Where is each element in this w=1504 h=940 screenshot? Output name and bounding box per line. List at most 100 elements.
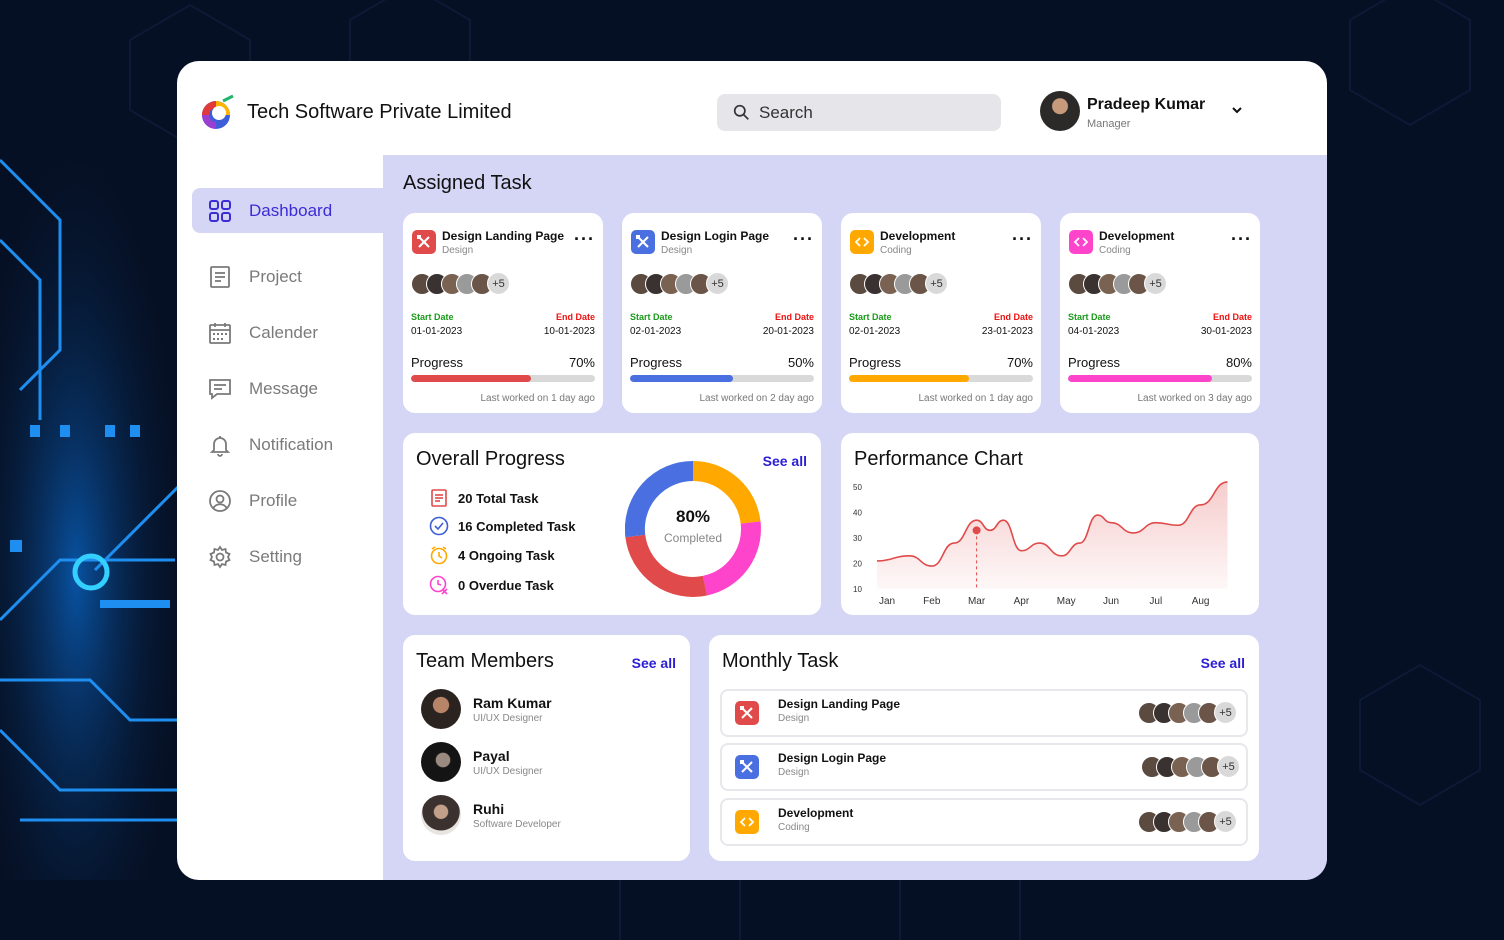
sidebar-item-dashboard[interactable]: Dashboard (192, 188, 383, 233)
member-role: Software Developer (473, 819, 561, 830)
company-logo-icon (202, 94, 234, 129)
sidebar: Dashboard Project Calender Message Notif… (177, 155, 383, 880)
design-tools-icon (740, 706, 753, 719)
highlight-point[interactable] (972, 526, 981, 535)
code-icon (1073, 237, 1089, 247)
user-role: Manager (1087, 118, 1131, 130)
member-role: UI/UX Designer (473, 766, 543, 777)
progress-bar (849, 375, 1033, 382)
progress-label: Progress (411, 355, 464, 370)
avatar (421, 742, 461, 782)
task-category: Coding (880, 245, 912, 256)
task-card[interactable]: Development Coding ··· +5 Start Date 02-… (841, 213, 1041, 413)
task-icon (735, 810, 759, 834)
end-date-label: End Date (555, 312, 595, 322)
member-name: Payal (473, 748, 510, 764)
task-icon (631, 230, 655, 254)
task-category: Coding (1099, 245, 1131, 256)
monthly-task-row[interactable]: Development Coding +5 (720, 798, 1248, 846)
code-icon (739, 817, 755, 827)
performance-chart-panel: Performance Chart 10 20 30 40 50 Jan Feb Mar Ap… (841, 433, 1259, 615)
sidebar-item-label: Dashboard (249, 200, 333, 220)
bell-icon (209, 435, 231, 457)
task-card[interactable]: Design Landing Page Design ··· +5 Start … (403, 213, 603, 413)
assignee-avatars: +5 (630, 272, 729, 295)
sidebar-item-label: Notification (249, 434, 334, 454)
task-category: Design (442, 245, 474, 256)
y-tick-label: 40 (853, 509, 862, 518)
monthly-task-row[interactable]: Design Login Page Design +5 (720, 743, 1248, 791)
y-tick-label: 30 (853, 534, 862, 543)
task-title: Design Login Page (661, 229, 770, 243)
sidebar-item-notification[interactable]: Notification (192, 422, 383, 467)
company-name: Tech Software Private Limited (247, 101, 512, 123)
task-card[interactable]: Development Coding ··· +5 Start Date 04-… (1060, 213, 1260, 413)
more-options-icon[interactable]: ··· (1231, 230, 1252, 248)
more-options-icon[interactable]: ··· (793, 230, 814, 248)
user-name: Pradeep Kumar (1087, 96, 1206, 113)
progress-fill (849, 375, 969, 382)
task-title: Development (880, 229, 956, 243)
team-member[interactable]: Payal UI/UX Designer (421, 742, 681, 784)
progress-label: Progress (1068, 355, 1121, 370)
see-all-link[interactable]: See all (763, 453, 807, 469)
check-circle-icon (429, 516, 449, 536)
stat-text: 4 Ongoing Task (458, 547, 555, 563)
document-icon (210, 265, 230, 288)
task-icon (735, 755, 759, 779)
task-title: Development (778, 806, 854, 820)
task-category: Design (778, 767, 810, 778)
progress-value: 80% (1225, 355, 1252, 370)
search-bar[interactable]: Search (717, 94, 1001, 131)
user-menu[interactable]: Pradeep Kumar Manager (1040, 91, 1280, 133)
sidebar-item-setting[interactable]: Setting (192, 534, 383, 579)
chevron-down-icon[interactable] (1230, 103, 1244, 117)
team-member[interactable]: Ram Kumar UI/UX Designer (421, 689, 681, 731)
sidebar-item-profile[interactable]: Profile (192, 478, 383, 523)
sidebar-item-label: Project (249, 266, 302, 286)
stat-text: 20 Total Task (458, 490, 539, 506)
task-title: Design Landing Page (442, 229, 565, 243)
progress-label: Progress (849, 355, 902, 370)
more-options-icon[interactable]: ··· (1012, 230, 1033, 248)
task-title: Development (1099, 229, 1175, 243)
stat-overdue-tasks: 0 Overdue Task (429, 575, 554, 595)
overall-progress-panel: Overall Progress See all 20 Total Task 1… (403, 433, 821, 615)
design-tools-icon (636, 235, 649, 248)
more-avatars-badge: +5 (1214, 810, 1237, 833)
start-date-label: Start Date (630, 312, 673, 322)
team-members-title: Team Members (416, 650, 554, 672)
design-tools-icon (417, 235, 430, 248)
member-name: Ruhi (473, 801, 505, 817)
task-card[interactable]: Design Login Page Design ··· +5 Start Da… (622, 213, 822, 413)
task-title: Design Login Page (778, 751, 887, 765)
sidebar-item-label: Setting (249, 546, 302, 566)
gear-icon (209, 544, 231, 569)
monthly-task-row[interactable]: Design Landing Page Design +5 (720, 689, 1248, 737)
x-tick-label: Mar (968, 596, 986, 607)
more-avatars-badge: +5 (487, 272, 510, 295)
x-tick-label: Jun (1103, 596, 1119, 607)
end-date: 20-01-2023 (762, 326, 814, 337)
more-options-icon[interactable]: ··· (574, 230, 595, 248)
task-category: Design (778, 713, 810, 724)
stat-ongoing-tasks: 4 Ongoing Task (429, 545, 555, 565)
code-icon (854, 237, 870, 247)
see-all-link[interactable]: See all (1201, 655, 1245, 671)
sidebar-item-calender[interactable]: Calender (192, 310, 383, 355)
sidebar-item-project[interactable]: Project (192, 254, 383, 299)
start-date: 01-01-2023 (411, 326, 463, 337)
sidebar-item-message[interactable]: Message (192, 366, 383, 411)
last-worked: Last worked on 3 day ago (1137, 393, 1252, 404)
member-name: Ram Kumar (473, 695, 552, 711)
task-icon (735, 701, 759, 725)
assignee-avatars: +5 (411, 272, 510, 295)
last-worked: Last worked on 1 day ago (918, 393, 1033, 404)
end-date: 23-01-2023 (981, 326, 1033, 337)
end-date-label: End Date (1212, 312, 1252, 322)
progress-bar (411, 375, 595, 382)
x-tick-label: Apr (1014, 596, 1030, 607)
team-member[interactable]: Ruhi Software Developer (421, 795, 681, 837)
search-placeholder: Search (759, 102, 813, 122)
see-all-link[interactable]: See all (632, 655, 676, 671)
